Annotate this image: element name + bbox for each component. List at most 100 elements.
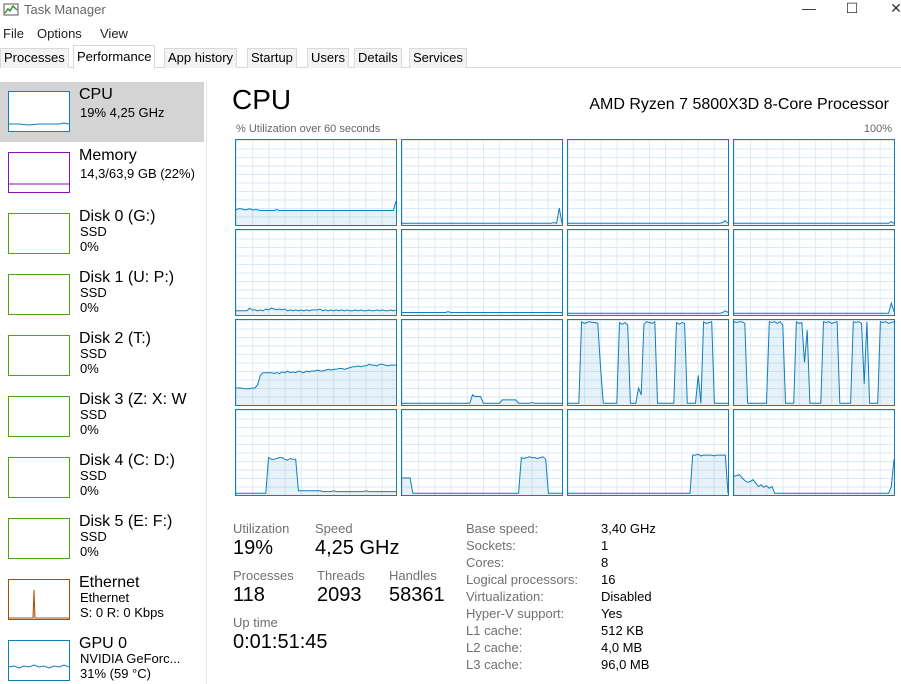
core-graph-12	[235, 409, 397, 496]
info-label: Base speed:	[466, 521, 539, 536]
sidebar-item-detail: 0%	[80, 422, 99, 437]
sidebar-item-type: SSD	[80, 407, 107, 422]
core-graph-4	[235, 229, 397, 316]
window-title: Task Manager	[24, 2, 106, 17]
cpu-model-name: AMD Ryzen 7 5800X3D 8-Core Processor	[589, 96, 889, 113]
info-value: 16	[601, 572, 616, 587]
sidebar-item-type: SSD	[80, 529, 107, 544]
info-value: 1	[601, 538, 609, 553]
core-graph-2	[567, 139, 729, 226]
maximize-button[interactable]: ☐	[829, 0, 875, 20]
sidebar-item-type: SSD	[80, 346, 107, 361]
info-label: L3 cache:	[466, 657, 523, 672]
info-value: 8	[601, 555, 609, 570]
speed-value: 4,25 GHz	[315, 537, 400, 559]
sidebar-item-disk-2[interactable]: Disk 2 (T:) SSD 0%	[0, 326, 204, 386]
memory-thumbnail-graph	[8, 152, 70, 193]
graph-max-label: 100%	[863, 123, 892, 135]
core-graph-13	[401, 409, 563, 496]
tab-users[interactable]: Users	[307, 48, 349, 68]
info-value: 4,0 MB	[601, 640, 643, 655]
cpu-thumbnail-graph	[8, 91, 70, 132]
core-graph-15	[733, 409, 895, 496]
sidebar-item-memory[interactable]: Memory 14,3/63,9 GB (22%)	[0, 143, 204, 203]
uptime-value: 0:01:51:45	[233, 631, 328, 653]
info-value: Yes	[601, 606, 623, 621]
core-graph-fill	[402, 456, 562, 495]
core-graph-line	[568, 220, 728, 224]
sidebar-item-disk-5[interactable]: Disk 5 (E: F:) SSD 0%	[0, 509, 204, 569]
info-value: 96,0 MB	[601, 657, 650, 672]
info-label: L1 cache:	[466, 623, 523, 638]
info-value: 3,40 GHz	[601, 521, 656, 536]
tab-processes[interactable]: Processes	[0, 48, 69, 68]
disk-thumbnail-graph	[8, 457, 70, 498]
tab-startup[interactable]: Startup	[247, 48, 297, 68]
minimize-button[interactable]: —	[786, 0, 832, 20]
core-graph-fill	[236, 457, 396, 495]
sidebar-item-ethernet[interactable]: Ethernet Ethernet S: 0 R: 0 Kbps	[0, 570, 204, 630]
sidebar-item-detail: S: 0 R: 0 Kbps	[80, 605, 164, 620]
graph-caption: % Utilization over 60 seconds	[236, 123, 381, 135]
core-graph-10	[567, 319, 729, 406]
sidebar-item-detail: 0%	[80, 483, 99, 498]
core-graph-8	[235, 319, 397, 406]
sidebar-item-detail: 0%	[80, 239, 99, 254]
sidebar-item-type: NVIDIA GeForc...	[80, 651, 181, 666]
core-graph-fill	[236, 308, 396, 315]
info-value: Disabled	[601, 589, 652, 604]
disk-thumbnail-graph	[8, 213, 70, 254]
close-button[interactable]: ✕	[873, 0, 901, 20]
sidebar-item-detail: 0%	[80, 361, 99, 376]
core-graph-line	[402, 311, 562, 313]
menu-options[interactable]: Options	[37, 26, 82, 41]
tab-app-history[interactable]: App history	[164, 48, 238, 68]
core-graph-line	[236, 201, 396, 211]
tab-details[interactable]: Details	[354, 48, 402, 68]
sidebar-item-label: Memory	[79, 147, 137, 164]
info-label: Sockets:	[466, 538, 516, 553]
core-graph-3	[733, 139, 895, 226]
utilization-label: Utilization	[233, 521, 290, 536]
uptime-label: Up time	[233, 615, 278, 630]
sidebar-item-detail: 19% 4,25 GHz	[80, 105, 165, 120]
disk-thumbnail-graph	[8, 335, 70, 376]
sidebar-item-disk-3[interactable]: Disk 3 (Z: X: W SSD 0%	[0, 387, 204, 447]
sidebar-item-detail: 0%	[80, 544, 99, 559]
info-label: Virtualization:	[466, 589, 544, 604]
speed-label: Speed	[315, 521, 353, 536]
sidebar-item-type: SSD	[80, 285, 107, 300]
title-bar: Task Manager — ☐ ✕	[0, 0, 901, 22]
tab-services[interactable]: Services	[409, 48, 467, 68]
page-title: CPU	[232, 84, 292, 115]
sidebar-item-gpu-0[interactable]: GPU 0 NVIDIA GeForc... 31% (59 °C)	[0, 631, 204, 684]
sidebar-item-disk-4[interactable]: Disk 4 (C: D:) SSD 0%	[0, 448, 204, 508]
info-label: Logical processors:	[466, 572, 578, 587]
core-graph-7	[733, 229, 895, 316]
sidebar-item-detail: 31% (59 °C)	[80, 666, 151, 681]
info-label: L2 cache:	[466, 640, 523, 655]
sidebar-item-disk-0[interactable]: Disk 0 (G:) SSD 0%	[0, 204, 204, 264]
handles-value: 58361	[389, 584, 445, 606]
threads-label: Threads	[317, 568, 365, 583]
handles-label: Handles	[389, 568, 437, 583]
tab-performance[interactable]: Performance	[73, 45, 156, 69]
menu-file[interactable]: File	[3, 26, 24, 41]
core-graph-14	[567, 409, 729, 496]
info-label: Hyper-V support:	[466, 606, 565, 621]
core-graph-fill	[568, 321, 728, 405]
processes-value: 118	[233, 584, 265, 606]
core-graph-9	[401, 319, 563, 406]
core-graph-line	[402, 207, 562, 224]
info-label: Cores:	[466, 555, 505, 570]
core-graph-fill	[402, 208, 562, 225]
sidebar-item-type: Ethernet	[80, 590, 130, 605]
sidebar-item-detail: 14,3/63,9 GB (22%)	[80, 166, 195, 181]
menu-view[interactable]: View	[100, 26, 128, 41]
core-graph-fill	[236, 201, 396, 225]
sidebar-item-cpu[interactable]: CPU 19% 4,25 GHz	[0, 82, 204, 142]
info-value: 512 KB	[601, 623, 644, 638]
ethernet-thumbnail-graph	[8, 579, 70, 620]
sidebar-item-disk-1[interactable]: Disk 1 (U: P:) SSD 0%	[0, 265, 204, 325]
sidebar-item-type: SSD	[80, 468, 107, 483]
